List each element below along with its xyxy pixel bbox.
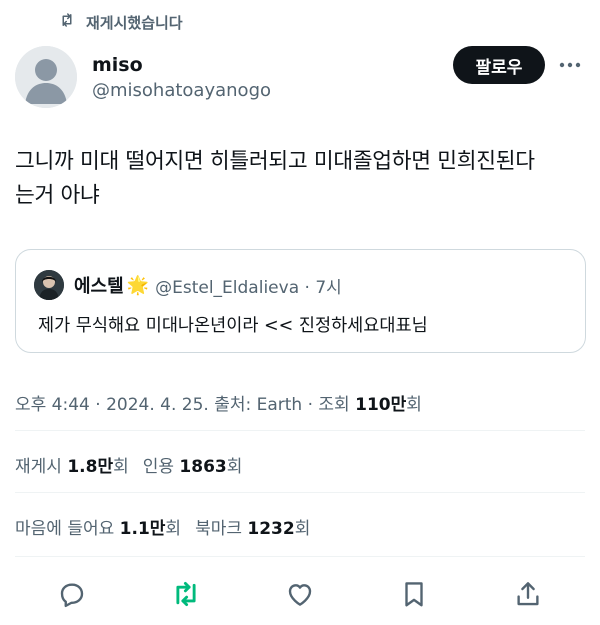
meta-prefix: 오후 4:44 · 2024. 4. 25. 출처: Earth · 조회 [15, 395, 356, 415]
views-count: 110만 [355, 395, 407, 415]
action-bar [0, 568, 600, 618]
author-name[interactable]: miso [92, 54, 143, 76]
stats-row-likes: 마음에 들어요 1.1만회 북마크 1232회 [15, 514, 310, 539]
reposts-stat[interactable]: 재게시 1.8만회 [15, 452, 129, 477]
quotes-stat[interactable]: 인용 1863회 [143, 452, 243, 477]
quote-header: 에스텔 🌟 @Estel_Eldalieva · 7시 [74, 270, 342, 300]
retweet-icon [58, 11, 76, 33]
star-emoji-icon: 🌟 [126, 274, 150, 296]
bookmark-icon[interactable] [396, 576, 432, 612]
tweet-header: miso @misohatoayanogo 팔로우 [15, 46, 585, 112]
likes-count: 1.1만 [119, 519, 166, 539]
quote-handle-time: @Estel_Eldalieva · 7시 [155, 277, 342, 298]
retweet-context: 재게시했습니다 [58, 9, 183, 35]
stats-row-reposts: 재게시 1.8만회 인용 1863회 [15, 452, 242, 477]
quote-avatar [34, 270, 64, 300]
avatar[interactable] [15, 46, 77, 108]
quoted-tweet[interactable]: 에스텔 🌟 @Estel_Eldalieva · 7시 제가 무식해요 미대나온… [15, 249, 586, 353]
quote-author-name: 에스텔 [74, 276, 124, 297]
retweet-context-label: 재게시했습니다 [86, 13, 183, 32]
likes-label: 마음에 들어요 [15, 519, 115, 539]
divider [15, 492, 585, 493]
likes-unit: 회 [165, 519, 182, 539]
quotes-label: 인용 [142, 457, 175, 477]
bookmarks-count: 1232 [247, 519, 295, 539]
quotes-count: 1863 [179, 457, 227, 477]
like-icon[interactable] [282, 576, 318, 612]
bookmarks-unit: 회 [294, 519, 311, 539]
tweet-text-line2: 는거 아냐 [15, 183, 100, 208]
reply-icon[interactable] [54, 576, 90, 612]
bookmarks-stat[interactable]: 북마크 1232회 [195, 514, 310, 539]
reposts-unit: 회 [113, 457, 129, 477]
reposts-count: 1.8만 [67, 457, 114, 477]
bookmarks-label: 북마크 [195, 519, 242, 539]
more-options-icon[interactable] [555, 52, 585, 78]
divider [15, 430, 585, 431]
quotes-unit: 회 [226, 457, 243, 477]
tweet-text-line1: 그니까 미대 떨어지면 히틀러되고 미대졸업하면 민희진된다 [15, 149, 535, 174]
share-icon[interactable] [510, 576, 546, 612]
divider [15, 556, 585, 557]
tweet-meta: 오후 4:44 · 2024. 4. 25. 출처: Earth · 조회 11… [15, 390, 422, 415]
quote-text: 제가 무식해요 미대나온년이라 << 진정하세요대표님 [38, 316, 428, 336]
reposts-label: 재게시 [15, 457, 62, 477]
meta-suffix: 회 [406, 395, 422, 415]
retweet-icon[interactable] [168, 576, 204, 612]
follow-button[interactable]: 팔로우 [453, 46, 545, 84]
tweet-text: 그니까 미대 떨어지면 히틀러되고 미대졸업하면 민희진된다는거 아냐 [15, 145, 585, 213]
author-handle[interactable]: @misohatoayanogo [92, 80, 271, 101]
likes-stat[interactable]: 마음에 들어요 1.1만회 [15, 514, 181, 539]
